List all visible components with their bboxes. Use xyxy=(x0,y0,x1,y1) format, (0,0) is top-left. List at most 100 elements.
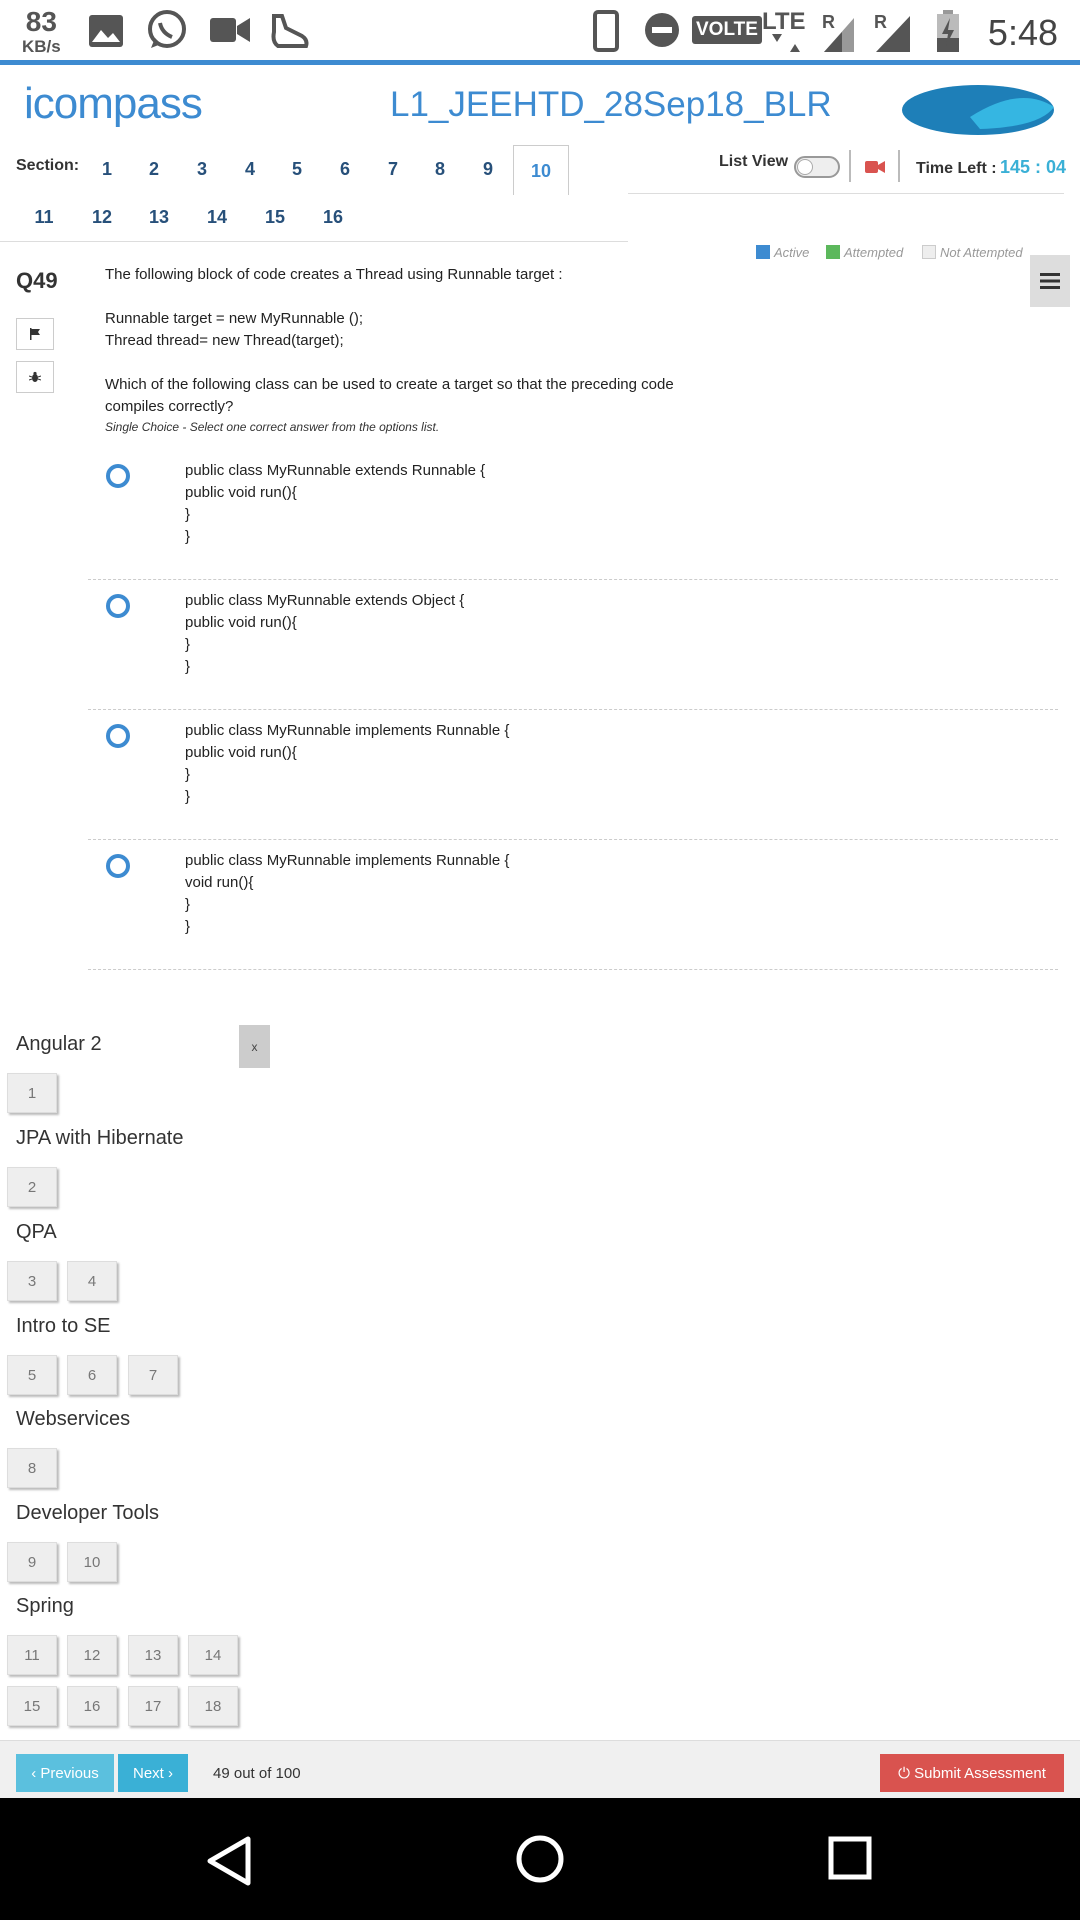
palette-question-button[interactable]: 13 xyxy=(128,1635,178,1675)
section-tab-16[interactable]: 16 xyxy=(313,207,353,228)
volte-badge: VOLTE xyxy=(692,16,762,44)
palette-question-button[interactable]: 6 xyxy=(67,1355,117,1395)
section-tab-8[interactable]: 8 xyxy=(420,159,460,180)
recents-icon[interactable] xyxy=(828,1836,872,1880)
palette-question-button[interactable]: 18 xyxy=(188,1686,238,1726)
option-code-line: } xyxy=(185,506,191,523)
section-tab-1[interactable]: 1 xyxy=(87,159,127,180)
list-view-label: List View xyxy=(719,153,789,170)
status-clock: 5:48 xyxy=(987,12,1058,53)
palette-question-button[interactable]: 2 xyxy=(7,1167,57,1207)
time-left-label: Time Left : xyxy=(916,160,997,177)
app-header: icompass L1_JEEHTD_28Sep18_BLR xyxy=(0,65,1080,145)
option-code-line: public void run(){ xyxy=(185,744,297,761)
section-tab-14[interactable]: 14 xyxy=(197,207,237,228)
option-code-line: } xyxy=(185,788,191,805)
option-code: public class MyRunnable implements Runna… xyxy=(185,720,509,808)
palette-group-title: QPA xyxy=(16,1221,57,1243)
brand-cloud-icon xyxy=(902,85,1054,135)
submit-assessment-button[interactable]: ⏻ Submit Assessment xyxy=(880,1754,1064,1792)
option-code: public class MyRunnable extends Object {… xyxy=(185,590,464,678)
palette-question-button[interactable]: 4 xyxy=(67,1261,117,1301)
option-2[interactable]: public class MyRunnable extends Object {… xyxy=(88,580,1058,710)
section-tab-13[interactable]: 13 xyxy=(139,207,179,228)
option-radio[interactable] xyxy=(106,464,130,488)
palette-question-button[interactable]: 7 xyxy=(128,1355,178,1395)
option-code-line: } xyxy=(185,636,191,653)
palette-question-button[interactable]: 3 xyxy=(7,1261,57,1301)
assessment-title: L1_JEEHTD_28Sep18_BLR xyxy=(390,85,832,124)
data-arrows-icon xyxy=(772,34,800,52)
network-speed: 83 KB/s xyxy=(22,8,61,56)
question-line: Runnable target = new MyRunnable (); xyxy=(105,310,364,327)
assessment-footer: ‹ Previous Next › 49 out of 100 ⏻ Submit… xyxy=(0,1740,1080,1798)
option-radio[interactable] xyxy=(106,854,130,878)
palette-question-button[interactable]: 14 xyxy=(188,1635,238,1675)
report-bug-button[interactable] xyxy=(16,361,54,393)
palette-group-title: JPA with Hibernate xyxy=(16,1127,184,1149)
section-tab-6[interactable]: 6 xyxy=(325,159,365,180)
do-not-disturb-icon xyxy=(645,13,679,47)
section-tab-5[interactable]: 5 xyxy=(277,159,317,180)
palette-question-button[interactable]: 12 xyxy=(67,1635,117,1675)
battery-charging-icon xyxy=(937,10,959,52)
home-icon[interactable] xyxy=(515,1834,565,1884)
option-code-line: public class MyRunnable implements Runna… xyxy=(185,852,510,869)
phone-icon xyxy=(593,10,619,52)
section-label: Section: xyxy=(16,157,80,174)
legend-swatch-active xyxy=(756,245,770,259)
back-icon[interactable] xyxy=(206,1836,252,1886)
legend-attempted: Attempted xyxy=(826,245,903,260)
time-left-value: 145 : 04 xyxy=(1000,157,1067,177)
list-view-toggle[interactable] xyxy=(794,156,840,178)
question-line xyxy=(105,286,725,308)
section-tab-3[interactable]: 3 xyxy=(182,159,222,180)
next-button[interactable]: Next › xyxy=(118,1754,188,1792)
option-1[interactable]: public class MyRunnable extends Runnable… xyxy=(88,450,1058,580)
section-tab-9[interactable]: 9 xyxy=(468,159,508,180)
bug-icon xyxy=(29,371,41,382)
palette-question-button[interactable]: 5 xyxy=(7,1355,57,1395)
section-tab-2[interactable]: 2 xyxy=(134,159,174,180)
section-tab-7[interactable]: 7 xyxy=(373,159,413,180)
section-tab-11[interactable]: 11 xyxy=(24,207,64,228)
palette-group-title: Webservices xyxy=(16,1408,131,1430)
palette-question-button[interactable]: 10 xyxy=(67,1542,117,1582)
option-radio[interactable] xyxy=(106,724,130,748)
icompass-logo: icompass xyxy=(24,79,203,128)
shoe-icon xyxy=(271,14,309,48)
option-code-line: public class MyRunnable implements Runna… xyxy=(185,722,510,739)
legend-swatch-not-attempted xyxy=(922,245,936,259)
separator xyxy=(898,150,900,182)
option-code-line: void run(){ xyxy=(185,874,254,891)
signal-icon-2 xyxy=(876,16,910,52)
section-tab-10[interactable]: 10 xyxy=(513,145,569,195)
palette-question-button[interactable]: 17 xyxy=(128,1686,178,1726)
section-tab-15[interactable]: 15 xyxy=(255,207,295,228)
question-text: The following block of code creates a Th… xyxy=(105,264,725,418)
palette-close-button[interactable]: x xyxy=(239,1025,270,1068)
palette-question-button[interactable]: 15 xyxy=(7,1686,57,1726)
question-hint: Single Choice - Select one correct answe… xyxy=(105,420,440,434)
palette-question-button[interactable]: 8 xyxy=(7,1448,57,1488)
previous-button[interactable]: ‹ Previous xyxy=(16,1754,114,1792)
flag-button[interactable] xyxy=(16,318,54,350)
option-radio[interactable] xyxy=(106,594,130,618)
video-camera-icon[interactable] xyxy=(865,159,885,175)
palette-question-button[interactable]: 9 xyxy=(7,1542,57,1582)
question-line: Which of the following class can be used… xyxy=(105,376,674,415)
option-code-line: } xyxy=(185,766,191,783)
option-4[interactable]: public class MyRunnable implements Runna… xyxy=(88,840,1058,970)
section-tab-4[interactable]: 4 xyxy=(230,159,270,180)
option-3[interactable]: public class MyRunnable implements Runna… xyxy=(88,710,1058,840)
palette-group-title: Developer Tools xyxy=(16,1502,160,1524)
option-code-line: public class MyRunnable extends Runnable… xyxy=(185,462,486,479)
controls-divider xyxy=(628,193,1064,194)
menu-button[interactable] xyxy=(1030,255,1070,307)
palette-question-button[interactable]: 1 xyxy=(7,1073,57,1113)
palette-question-button[interactable]: 16 xyxy=(67,1686,117,1726)
palette-question-button[interactable]: 11 xyxy=(7,1635,57,1675)
option-code-line: public void run(){ xyxy=(185,614,297,631)
section-tab-12[interactable]: 12 xyxy=(82,207,122,228)
lte-indicator: LTE xyxy=(762,8,806,35)
